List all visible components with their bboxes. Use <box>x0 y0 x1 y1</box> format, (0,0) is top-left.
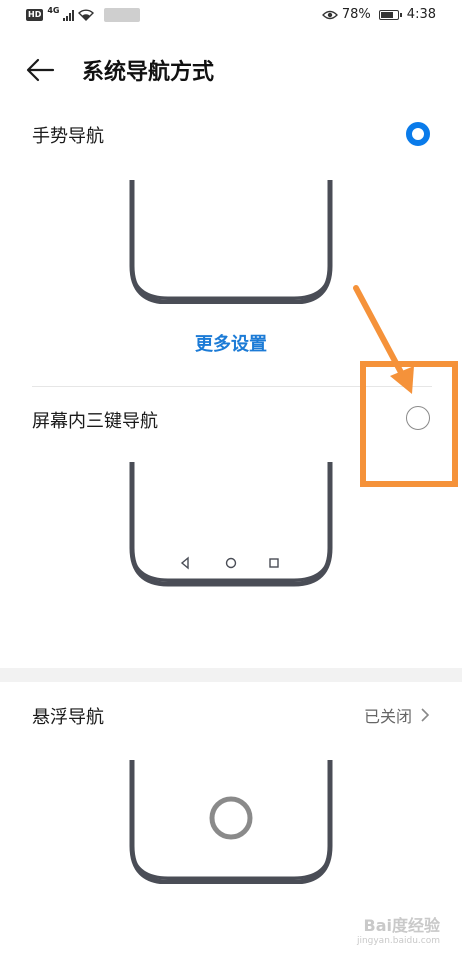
network-type: 4G <box>47 5 60 15</box>
section-separator <box>0 668 462 682</box>
status-left: HD 4G <box>26 5 141 22</box>
floating-dot-icon <box>209 796 253 840</box>
header: 系统导航方式 <box>0 40 462 100</box>
battery-percent: 78% <box>341 7 371 22</box>
page-title: 系统导航方式 <box>82 60 215 85</box>
option-floating-label: 悬浮导航 <box>32 707 104 728</box>
divider <box>32 386 432 387</box>
floating-phone-illustration <box>128 760 334 884</box>
battery-fill <box>380 11 393 18</box>
option-three-key-label: 屏幕内三键导航 <box>32 411 158 432</box>
watermark-main: Bai度经验 <box>363 916 440 935</box>
hd-badge: HD <box>26 9 44 21</box>
signal-icon <box>63 9 75 21</box>
wifi-icon <box>78 9 95 21</box>
blurred-region <box>104 8 141 22</box>
battery-icon <box>378 9 402 20</box>
arrow-left-icon <box>26 58 55 82</box>
floating-nav-entry[interactable]: 已关闭 <box>364 703 430 727</box>
eye-icon <box>321 10 338 19</box>
gesture-radio[interactable] <box>406 122 430 146</box>
back-key-icon <box>180 556 189 570</box>
watermark-sub: jingyan.baidu.com <box>356 936 440 946</box>
recent-key-icon <box>269 558 279 568</box>
more-settings-link[interactable]: 更多设置 <box>0 330 462 356</box>
chevron-right-icon <box>421 708 430 722</box>
back-button[interactable] <box>22 52 58 88</box>
watermark: Bai度经验 jingyan.baidu.com <box>357 912 440 946</box>
home-key-icon <box>225 557 237 569</box>
nav-keys <box>180 556 279 570</box>
status-bar: HD 4G 78% 4:38 <box>0 0 462 32</box>
status-right: 78% 4:38 <box>321 7 436 22</box>
floating-status: 已关闭 <box>363 707 412 726</box>
annotation-arrow-head <box>390 366 414 394</box>
gesture-phone-illustration <box>128 180 334 304</box>
option-gesture-label: 手势导航 <box>32 126 104 147</box>
status-time: 4:38 <box>406 7 436 22</box>
three-key-radio[interactable] <box>406 406 430 430</box>
